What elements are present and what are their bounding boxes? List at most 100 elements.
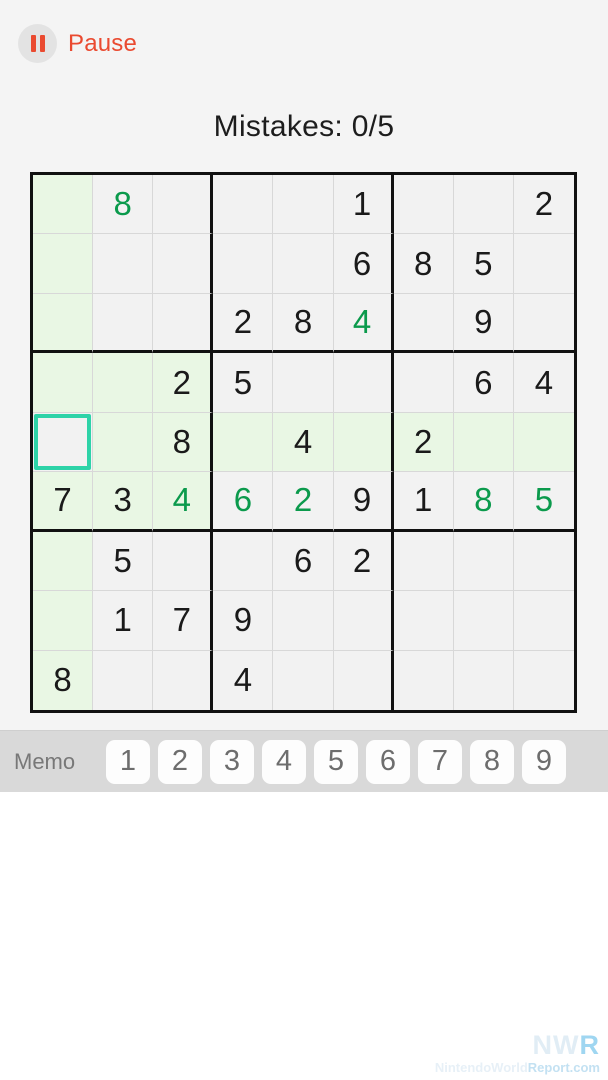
- sudoku-cell-r5c5[interactable]: 4: [273, 412, 334, 473]
- sudoku-cell-r9c1[interactable]: 8: [33, 650, 94, 710]
- sudoku-cell-r7c6[interactable]: 2: [333, 531, 394, 592]
- sudoku-cell-r5c7[interactable]: 2: [393, 412, 454, 473]
- sudoku-cell-r6c4[interactable]: 6: [213, 472, 274, 532]
- sudoku-cell-r3c8[interactable]: 9: [453, 293, 514, 354]
- sudoku-cell-r5c2[interactable]: [93, 412, 154, 473]
- sudoku-cell-r3c3[interactable]: [153, 293, 214, 354]
- sudoku-cell-r9c3[interactable]: [153, 650, 214, 710]
- sudoku-cell-r5c9[interactable]: [513, 412, 574, 473]
- sudoku-cell-r4c5[interactable]: [273, 353, 334, 413]
- sudoku-cell-r7c7[interactable]: [393, 531, 454, 592]
- sudoku-cell-r1c5[interactable]: [273, 175, 334, 235]
- numpad-key-6[interactable]: 6: [366, 739, 410, 784]
- sudoku-cell-r4c9[interactable]: 4: [513, 353, 574, 413]
- sudoku-cell-r4c7[interactable]: [393, 353, 454, 413]
- numpad-key-1[interactable]: 1: [106, 739, 150, 784]
- numpad-key-8[interactable]: 8: [470, 739, 514, 784]
- sudoku-cell-r2c3[interactable]: [153, 234, 214, 294]
- sudoku-cell-r1c6[interactable]: 1: [333, 175, 394, 235]
- numpad-key-5[interactable]: 5: [314, 739, 358, 784]
- sudoku-cell-r6c5[interactable]: 2: [273, 472, 334, 532]
- sudoku-cell-r2c9[interactable]: [513, 234, 574, 294]
- pause-button[interactable]: Pause: [18, 24, 137, 63]
- sudoku-cell-r8c1[interactable]: [33, 591, 94, 651]
- sudoku-cell-r8c3[interactable]: 7: [153, 591, 214, 651]
- sudoku-cell-r8c6[interactable]: [333, 591, 394, 651]
- sudoku-cell-r8c5[interactable]: [273, 591, 334, 651]
- sudoku-cell-r1c9[interactable]: 2: [513, 175, 574, 235]
- sudoku-cell-r4c4[interactable]: 5: [213, 353, 274, 413]
- sudoku-cell-r2c7[interactable]: 8: [393, 234, 454, 294]
- sudoku-cell-r2c4[interactable]: [213, 234, 274, 294]
- sudoku-cell-r2c1[interactable]: [33, 234, 94, 294]
- pause-bar-right: [39, 35, 45, 52]
- sudoku-cell-r3c6[interactable]: 4: [333, 293, 394, 354]
- sudoku-cell-r5c8[interactable]: [453, 412, 514, 473]
- sudoku-cell-r8c4[interactable]: 9: [213, 591, 274, 651]
- sudoku-cell-r8c2[interactable]: 1: [93, 591, 154, 651]
- sudoku-cell-r4c8[interactable]: 6: [453, 353, 514, 413]
- sudoku-cell-r7c9[interactable]: [513, 531, 574, 592]
- sudoku-cell-r8c8[interactable]: [453, 591, 514, 651]
- sudoku-cell-r6c6[interactable]: 9: [333, 472, 394, 532]
- sudoku-cell-r7c8[interactable]: [453, 531, 514, 592]
- sudoku-cell-r4c2[interactable]: [93, 353, 154, 413]
- cell-value: 3: [113, 481, 132, 519]
- numpad-key-4[interactable]: 4: [262, 739, 306, 784]
- sudoku-cell-r4c3[interactable]: 2: [153, 353, 214, 413]
- sudoku-cell-r6c3[interactable]: 4: [153, 472, 214, 532]
- memo-toggle[interactable]: Memo: [14, 749, 106, 775]
- sudoku-cell-r3c5[interactable]: 8: [273, 293, 334, 354]
- sudoku-cell-r6c2[interactable]: 3: [93, 472, 154, 532]
- sudoku-cell-r3c1[interactable]: [33, 293, 94, 354]
- sudoku-cell-r9c9[interactable]: [513, 650, 574, 710]
- sudoku-cell-r3c2[interactable]: [93, 293, 154, 354]
- sudoku-cell-r1c7[interactable]: [393, 175, 454, 235]
- sudoku-cell-r8c7[interactable]: [393, 591, 454, 651]
- cell-value: 6: [352, 244, 372, 282]
- sudoku-cell-r1c1[interactable]: [33, 175, 94, 235]
- number-pad: 1 2 3 4 5 6 7 8 9: [106, 739, 566, 784]
- sudoku-cell-r9c4[interactable]: 4: [213, 650, 274, 710]
- sudoku-cell-r5c6[interactable]: [333, 412, 394, 473]
- sudoku-cell-r2c6[interactable]: 6: [333, 234, 394, 294]
- sudoku-cell-r4c1[interactable]: [33, 353, 94, 413]
- sudoku-cell-r2c8[interactable]: 5: [453, 234, 514, 294]
- sudoku-cell-r7c4[interactable]: [213, 531, 274, 592]
- sudoku-cell-r1c4[interactable]: [213, 175, 274, 235]
- sudoku-cell-r6c8[interactable]: 8: [453, 472, 514, 532]
- sudoku-cell-r1c8[interactable]: [453, 175, 514, 235]
- sudoku-cell-r9c2[interactable]: [93, 650, 154, 710]
- sudoku-cell-r3c4[interactable]: 2: [213, 293, 274, 354]
- sudoku-cell-r2c5[interactable]: [273, 234, 334, 294]
- sudoku-cell-r2c2[interactable]: [93, 234, 154, 294]
- numpad-key-label: 2: [171, 745, 189, 777]
- sudoku-cell-r5c4[interactable]: [213, 412, 274, 473]
- sudoku-cell-r6c1[interactable]: 7: [33, 472, 94, 532]
- sudoku-cell-r6c7[interactable]: 1: [393, 472, 454, 532]
- sudoku-grid[interactable]: 8 1 2 6 8 5 2 8 4 9 2 5 6 4 8 4 2 7 3 4 6 2 9 1 8 5 5 6 2 1 7 9 8 4: [30, 172, 577, 713]
- sudoku-cell-r9c8[interactable]: [453, 650, 514, 710]
- numpad-key-7[interactable]: 7: [418, 739, 462, 784]
- numpad-key-3[interactable]: 3: [210, 739, 254, 784]
- sudoku-cell-r8c9[interactable]: [513, 591, 574, 651]
- sudoku-cell-r1c2[interactable]: 8: [93, 175, 154, 235]
- sudoku-cell-r7c3[interactable]: [153, 531, 214, 592]
- sudoku-cell-r5c3[interactable]: 8: [153, 412, 214, 473]
- sudoku-cell-r4c6[interactable]: [333, 353, 394, 413]
- numpad-key-9[interactable]: 9: [522, 739, 566, 784]
- sudoku-cell-r9c7[interactable]: [393, 650, 454, 710]
- sudoku-cell-r9c5[interactable]: [273, 650, 334, 710]
- sudoku-cell-r3c9[interactable]: [513, 293, 574, 354]
- numpad-key-2[interactable]: 2: [158, 739, 202, 784]
- sudoku-cell-r6c9[interactable]: 5: [513, 472, 574, 532]
- sudoku-cell-r7c2[interactable]: 5: [93, 531, 154, 592]
- sudoku-cell-r5c1[interactable]: [33, 412, 94, 473]
- sudoku-cell-r7c1[interactable]: [33, 531, 94, 592]
- sudoku-cell-r1c3[interactable]: [153, 175, 214, 235]
- handwriting-pad[interactable]: Confirm NWR NintendoWorldReport.com: [0, 792, 608, 1080]
- sudoku-cell-r9c6[interactable]: [333, 650, 394, 710]
- sudoku-cell-r3c7[interactable]: [393, 293, 454, 354]
- cell-value: 2: [534, 185, 554, 223]
- sudoku-cell-r7c5[interactable]: 6: [273, 531, 334, 592]
